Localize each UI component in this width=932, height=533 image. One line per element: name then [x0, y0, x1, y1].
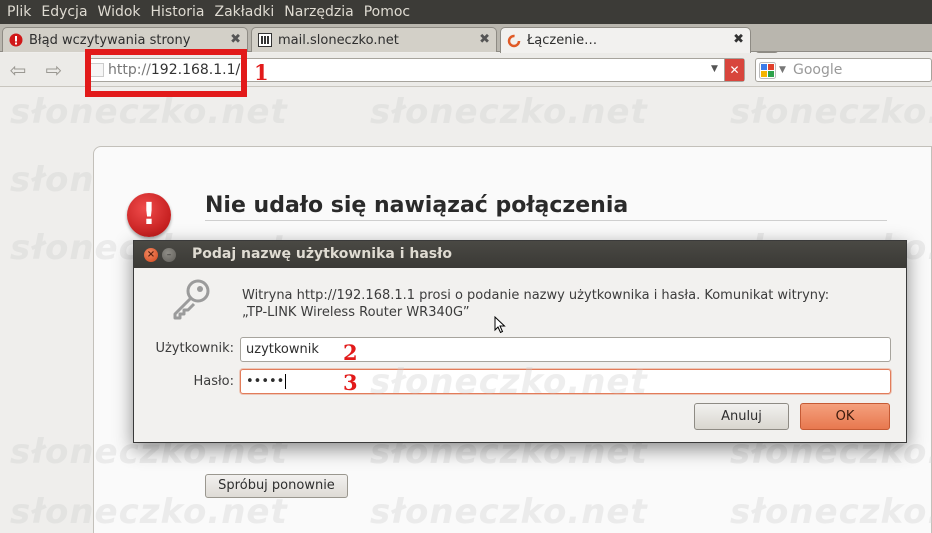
url-dropdown-icon[interactable]: ▼ — [711, 64, 718, 74]
error-title: Nie udało się nawiązać połączenia — [205, 193, 629, 218]
password-field[interactable]: ••••• — [240, 369, 891, 394]
search-placeholder: Google — [793, 62, 843, 78]
retry-button[interactable]: Spróbuj ponownie — [205, 474, 348, 498]
error-icon — [9, 33, 23, 47]
dialog-titlebar: × – Podaj nazwę użytkownika i hasło — [134, 241, 906, 268]
annotation-number-2: 2 — [343, 340, 358, 365]
ok-button[interactable]: OK — [800, 403, 890, 430]
text-caret — [285, 374, 287, 389]
menu-narzedzia[interactable]: Narzędzia — [279, 0, 358, 24]
google-icon[interactable] — [759, 62, 776, 79]
mail-favicon — [258, 33, 272, 47]
menu-widok[interactable]: Widok — [93, 0, 146, 24]
dialog-message: Witryna http://192.168.1.1 prosi o podan… — [242, 287, 882, 321]
dialog-close-icon[interactable]: × — [144, 248, 158, 262]
error-icon: ! — [127, 193, 171, 237]
tab-connecting[interactable]: Łączenie… ✖ — [500, 27, 751, 53]
menu-edycja[interactable]: Edycja — [36, 0, 92, 24]
tab-close-icon[interactable]: ✖ — [479, 32, 490, 47]
username-field[interactable]: uzytkownik — [240, 337, 891, 362]
password-label: Hasło: — [193, 374, 234, 389]
tab-strip: Błąd wczytywania strony ✖ mail.sloneczko… — [0, 24, 932, 73]
menu-zakladki[interactable]: Zakładki — [210, 0, 280, 24]
tab-label: Łączenie… — [527, 33, 598, 48]
tab-label: Błąd wczytywania strony — [29, 32, 191, 48]
menu-historia[interactable]: Historia — [146, 0, 210, 24]
loading-icon — [507, 34, 521, 48]
divider — [205, 220, 887, 221]
auth-dialog: × – Podaj nazwę użytkownika i hasło Witr… — [133, 240, 907, 443]
menu-plik[interactable]: Plik — [2, 0, 36, 24]
mouse-cursor-icon — [494, 315, 506, 334]
dialog-message-line2: „TP-LINK Wireless Router WR340G” — [242, 305, 470, 320]
dialog-message-line1: Witryna http://192.168.1.1 prosi o podan… — [242, 288, 830, 303]
forward-button[interactable]: ⇨ — [42, 59, 66, 81]
cancel-button[interactable]: Anuluj — [694, 403, 789, 430]
tab-mail[interactable]: mail.sloneczko.net ✖ — [251, 27, 497, 52]
dialog-title: Podaj nazwę użytkownika i hasło — [192, 246, 452, 262]
highlight-box-url — [85, 49, 247, 97]
tab-label: mail.sloneczko.net — [278, 32, 399, 48]
menu-pomoc[interactable]: Pomoc — [359, 0, 415, 24]
tab-close-icon[interactable]: ✖ — [733, 32, 744, 47]
search-bar[interactable]: ▼ Google — [755, 58, 932, 82]
menubar: Plik Edycja Widok Historia Zakładki Narz… — [0, 0, 932, 24]
tab-close-icon[interactable]: ✖ — [230, 32, 241, 47]
username-label: Użytkownik: — [155, 341, 234, 356]
key-icon — [169, 277, 213, 321]
stop-button[interactable]: ✕ — [724, 59, 744, 81]
password-value: ••••• — [246, 374, 285, 389]
dialog-minimize-icon[interactable]: – — [162, 248, 176, 262]
back-button[interactable]: ⇦ — [6, 59, 30, 81]
search-engine-dropdown-icon[interactable]: ▼ — [779, 65, 786, 75]
annotation-number-1: 1 — [254, 60, 269, 85]
annotation-number-3: 3 — [343, 370, 358, 395]
